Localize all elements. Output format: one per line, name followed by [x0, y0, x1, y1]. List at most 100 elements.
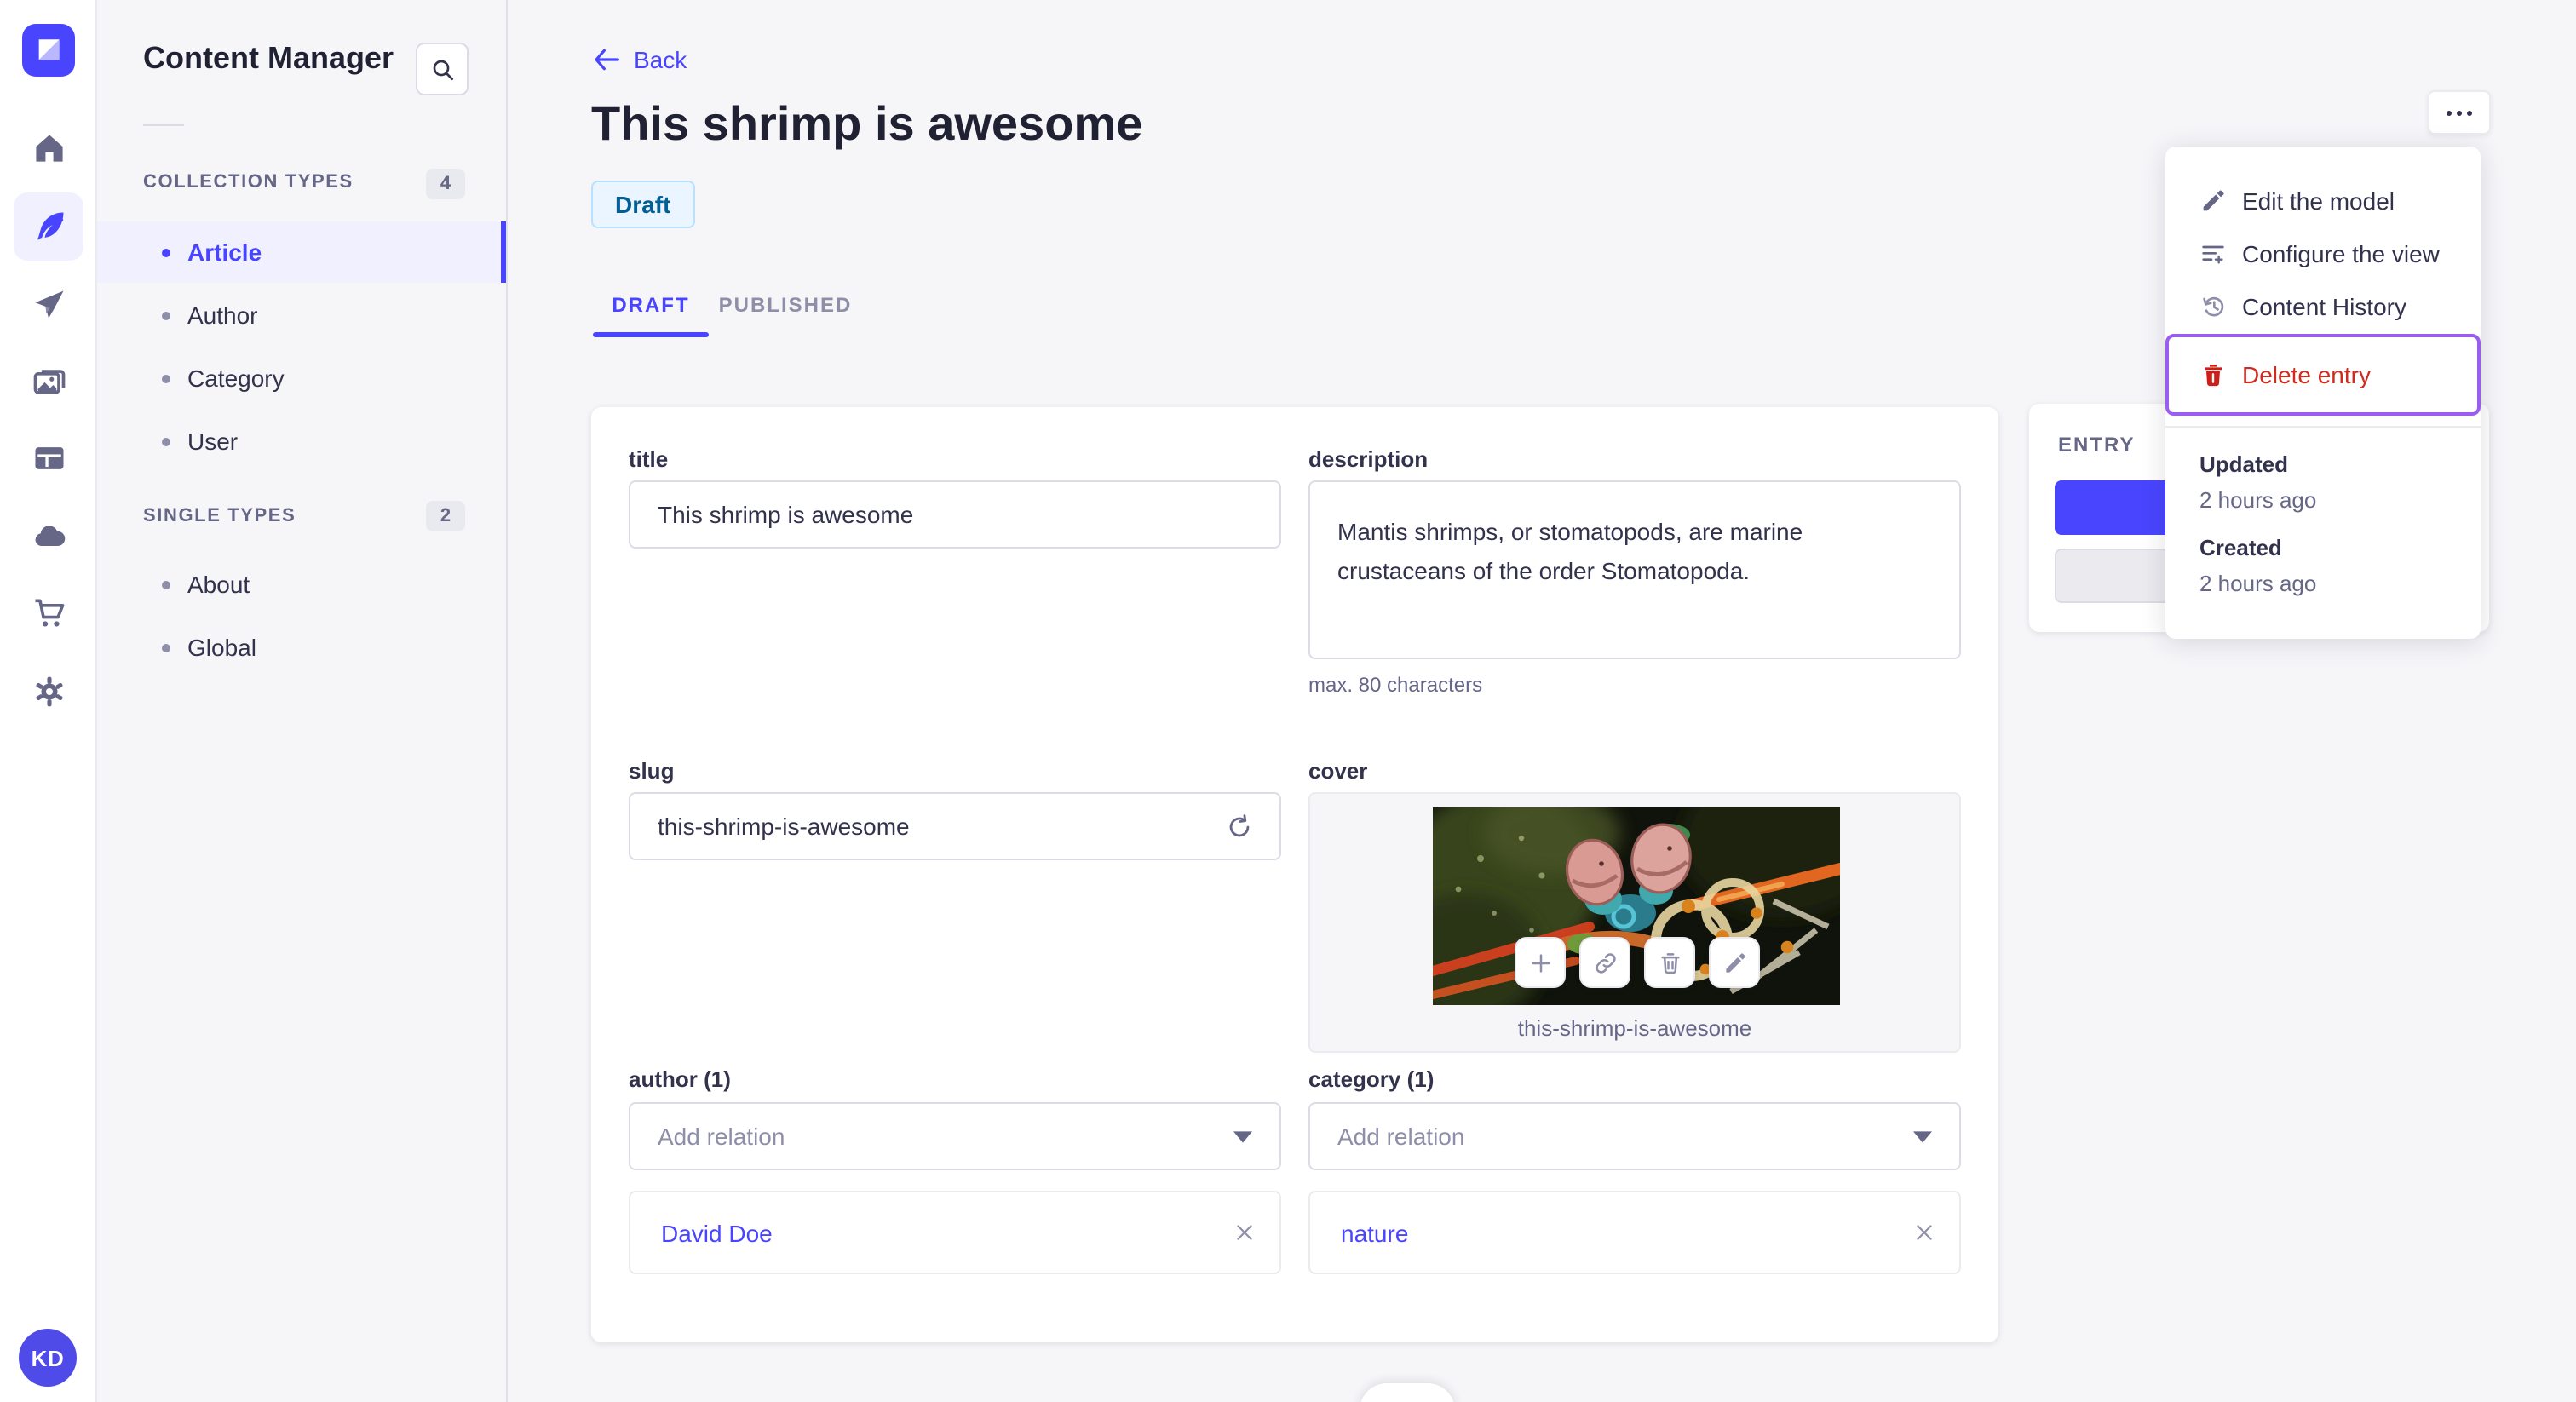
menu-item-label: Edit the model — [2242, 187, 2395, 214]
menu-divider — [2165, 426, 2481, 428]
search-button[interactable] — [416, 43, 469, 95]
single-types-header: SINGLE TYPES — [143, 506, 296, 526]
floating-widget-handle[interactable] — [1360, 1383, 1455, 1402]
configure-list-icon — [2202, 244, 2224, 263]
collection-types-header: COLLECTION TYPES — [143, 172, 354, 192]
trash-icon — [2205, 365, 2222, 387]
content-manager-feather-icon[interactable] — [14, 192, 83, 261]
sidebar-item-category[interactable]: Category — [97, 348, 506, 409]
strapi-logo-icon[interactable] — [22, 24, 75, 77]
settings-gear-icon[interactable] — [14, 658, 83, 726]
close-icon[interactable] — [1233, 1221, 1256, 1244]
relation-link[interactable]: nature — [1341, 1219, 1408, 1246]
single-types-count-badge: 2 — [426, 501, 465, 531]
user-avatar[interactable]: KD — [19, 1329, 77, 1387]
sidebar-item-author[interactable]: Author — [97, 284, 506, 346]
tab-draft[interactable]: DRAFT — [593, 286, 709, 324]
more-actions-button[interactable] — [2428, 90, 2491, 135]
sidebar-item-global[interactable]: Global — [97, 617, 506, 678]
entry-actions-menu: Edit the model Configure the view Conten… — [2165, 147, 2481, 639]
bullet-icon — [162, 580, 170, 589]
slug-field-label: slug — [629, 758, 675, 784]
sidebar-item-label: Global — [187, 634, 256, 661]
sidebar-item-article[interactable]: Article — [97, 221, 506, 283]
plus-icon — [1531, 953, 1550, 972]
cover-actions-toolbar — [1515, 937, 1760, 988]
relation-link[interactable]: David Doe — [661, 1219, 773, 1246]
category-relation-item[interactable]: nature — [1308, 1191, 1961, 1274]
link-icon — [1595, 952, 1615, 973]
description-field-label: description — [1308, 446, 1429, 472]
collection-types-count-badge: 4 — [426, 169, 465, 199]
cover-filename-caption: this-shrimp-is-awesome — [1517, 1015, 1752, 1041]
back-arrow-icon — [595, 49, 619, 71]
dot-icon — [2447, 110, 2452, 115]
copy-link-button[interactable] — [1579, 937, 1630, 988]
description-hint: max. 80 characters — [1308, 673, 1483, 697]
pencil-icon — [1725, 952, 1745, 972]
bullet-icon — [162, 374, 170, 382]
edit-media-button[interactable] — [1709, 937, 1760, 988]
menu-item-edit-the-model[interactable]: Edit the model — [2165, 174, 2481, 227]
home-icon[interactable] — [14, 114, 83, 182]
author-relation-item[interactable]: David Doe — [629, 1191, 1281, 1274]
edit-form-card: title description Mantis shrimps, or sto… — [591, 407, 1998, 1342]
sidebar-divider — [143, 124, 184, 126]
sidebar-item-label: About — [187, 571, 250, 598]
title-field-label: title — [629, 446, 669, 472]
category-add-relation-select[interactable]: Add relation — [1308, 1102, 1961, 1170]
bullet-icon — [162, 311, 170, 319]
category-field-label: category (1) — [1308, 1066, 1435, 1092]
menu-item-configure-the-view[interactable]: Configure the view — [2165, 227, 2481, 279]
back-link[interactable]: Back — [593, 46, 687, 73]
category-relation-placeholder: Add relation — [1337, 1123, 1465, 1150]
title-input[interactable] — [629, 480, 1281, 549]
updated-label: Updated — [2199, 451, 2288, 477]
search-icon — [432, 59, 452, 79]
menu-item-delete-entry[interactable]: Delete entry — [2165, 334, 2481, 416]
entry-panel-title: ENTRY — [2058, 433, 2136, 457]
bullet-icon — [162, 643, 170, 652]
add-media-button[interactable] — [1515, 937, 1566, 988]
bullet-icon — [162, 437, 170, 445]
close-icon[interactable] — [1913, 1221, 1935, 1244]
menu-item-content-history[interactable]: Content History — [2165, 279, 2481, 332]
created-value: 2 hours ago — [2199, 571, 2317, 596]
author-relation-placeholder: Add relation — [658, 1123, 785, 1150]
menu-item-label: Delete entry — [2242, 361, 2371, 388]
sidebar-item-label: Author — [187, 302, 258, 329]
cloud-icon[interactable] — [14, 503, 83, 571]
created-label: Created — [2199, 535, 2282, 560]
pencil-icon — [2203, 189, 2224, 210]
sidebar-item-user[interactable]: User — [97, 411, 506, 472]
sidebar-item-about[interactable]: About — [97, 554, 506, 615]
author-add-relation-select[interactable]: Add relation — [629, 1102, 1281, 1170]
sidebar-item-label: Category — [187, 365, 285, 392]
app-window: KD Content Manager COLLECTION TYPES 4 Ar… — [0, 0, 2576, 1402]
dot-icon — [2457, 110, 2462, 115]
chevron-down-icon — [1913, 1130, 1932, 1142]
bullet-icon — [162, 248, 170, 256]
sidebar-item-label: Article — [187, 238, 262, 266]
menu-item-label: Content History — [2242, 292, 2406, 319]
chevron-down-icon — [1233, 1130, 1252, 1142]
marketplace-cart-icon[interactable] — [14, 579, 83, 647]
slug-input[interactable] — [629, 792, 1281, 860]
tab-published[interactable]: PUBLISHED — [719, 286, 851, 324]
description-textarea[interactable]: Mantis shrimps, or stomatopods, are mari… — [1308, 480, 1961, 659]
back-label: Back — [634, 46, 687, 73]
media-library-images-icon[interactable] — [14, 348, 83, 416]
dot-icon — [2467, 110, 2472, 115]
trash-icon — [1660, 952, 1679, 974]
regenerate-slug-button[interactable] — [1218, 806, 1259, 847]
main-nav-rail: KD — [0, 0, 97, 1402]
delete-media-button[interactable] — [1644, 937, 1695, 988]
sidebar-title: Content Manager — [143, 41, 394, 75]
content-manager-sidebar: Content Manager COLLECTION TYPES 4 Artic… — [97, 0, 508, 1402]
send-plane-icon[interactable] — [14, 271, 83, 339]
sidebar-item-label: User — [187, 428, 239, 455]
status-badge: Draft — [591, 181, 695, 228]
content-type-builder-layout-icon[interactable] — [14, 424, 83, 492]
cover-field-label: cover — [1308, 758, 1368, 784]
page-title: This shrimp is awesome — [591, 97, 1143, 150]
